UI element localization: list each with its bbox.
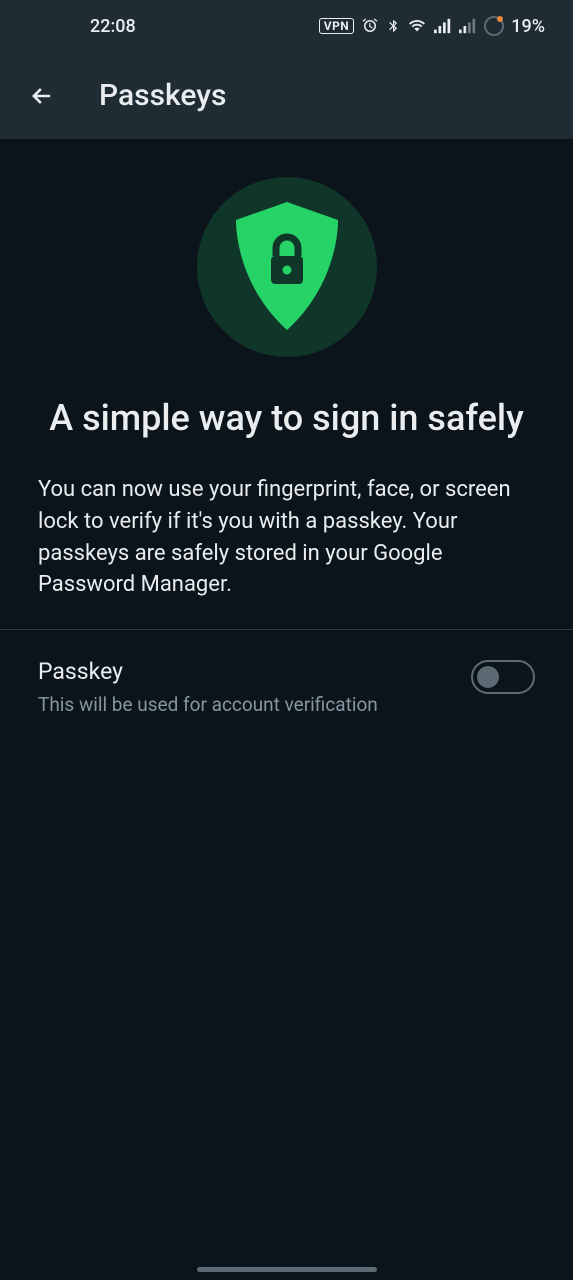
shield-badge (197, 177, 377, 357)
setting-text: Passkey This will be used for account ve… (38, 658, 471, 716)
page-title: Passkeys (99, 78, 226, 113)
status-icons: VPN 19% (319, 16, 545, 37)
content-area: A simple way to sign in safely You can n… (0, 139, 573, 716)
status-bar: 22:08 VPN 19% (0, 0, 573, 52)
home-indicator[interactable] (197, 1267, 377, 1272)
arrow-left-icon (28, 82, 56, 110)
hero-description: You can now use your fingerprint, face, … (38, 474, 535, 602)
status-time: 22:08 (90, 16, 136, 37)
passkey-toggle[interactable] (471, 660, 535, 694)
toggle-knob (477, 666, 499, 688)
battery-ring-icon (484, 16, 504, 36)
signal-icon-1 (434, 18, 452, 34)
passkey-setting-row[interactable]: Passkey This will be used for account ve… (0, 630, 573, 716)
setting-label: Passkey (38, 658, 471, 685)
hero-section: A simple way to sign in safely You can n… (0, 177, 573, 629)
hero-heading: A simple way to sign in safely (49, 395, 523, 442)
shield-lock-icon (232, 202, 342, 332)
signal-icon-2 (459, 18, 477, 34)
bluetooth-icon (386, 17, 400, 35)
battery-percent: 19% (511, 16, 545, 37)
setting-sublabel: This will be used for account verificati… (38, 693, 471, 716)
alarm-icon (361, 17, 379, 35)
wifi-icon (407, 18, 427, 34)
vpn-badge: VPN (319, 18, 355, 34)
back-button[interactable] (20, 74, 64, 118)
app-bar: Passkeys (0, 52, 573, 139)
